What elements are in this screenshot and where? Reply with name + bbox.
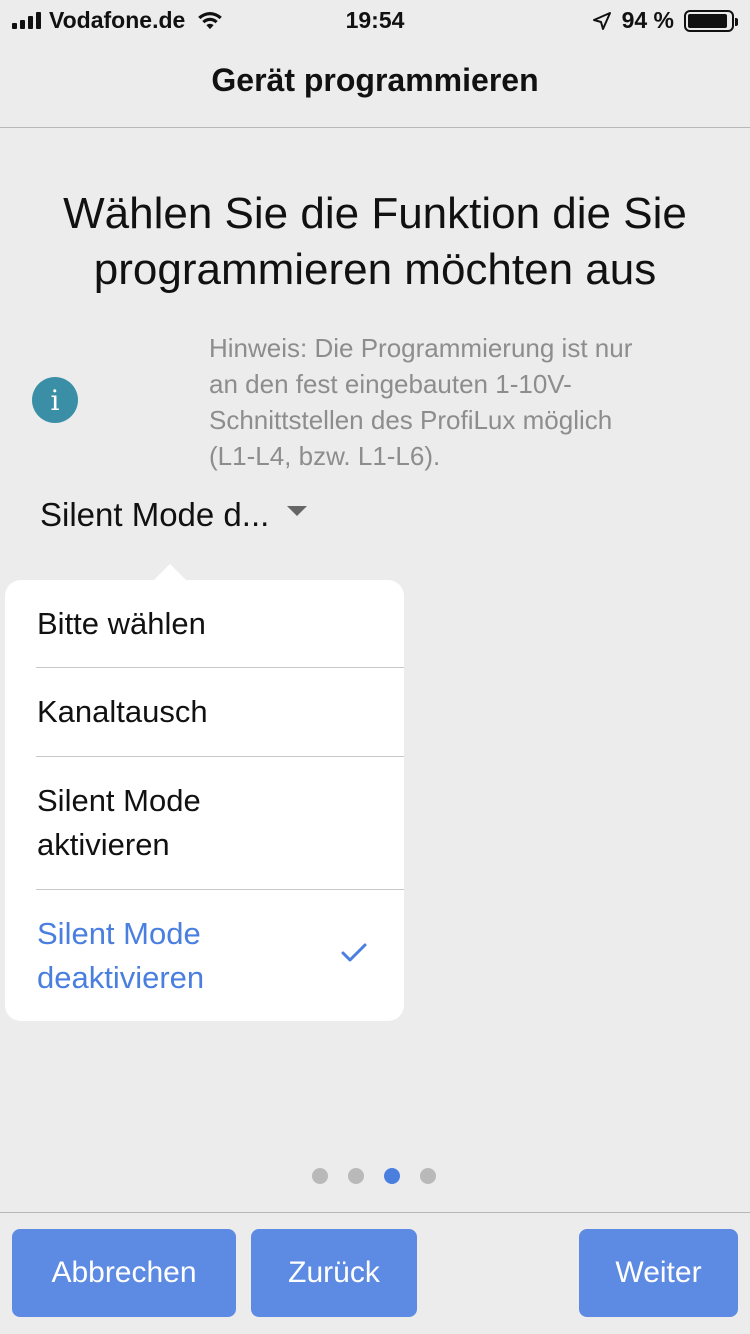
- bottom-toolbar: Abbrechen Zurück Weiter: [0, 1212, 750, 1334]
- page-title: Gerät programmieren: [211, 62, 539, 98]
- status-bar: Vodafone.de 19:54 94 %: [0, 0, 750, 40]
- option-silent-mode-deaktivieren[interactable]: Silent Mode deaktivieren: [37, 912, 297, 1000]
- option-kanaltausch[interactable]: Kanaltausch: [37, 690, 404, 734]
- navigation-bar: Gerät programmieren: [0, 40, 750, 128]
- option-silent-mode-aktivieren[interactable]: Silent Mode aktivieren: [37, 779, 297, 867]
- dropdown-selected-value: Silent Mode d...: [40, 496, 270, 533]
- divider: [36, 667, 404, 668]
- page-dot: [348, 1168, 364, 1184]
- next-button[interactable]: Weiter: [579, 1229, 738, 1317]
- page-dot-active: [384, 1168, 400, 1184]
- dropdown-options-popover: Bitte wählen Kanaltausch Silent Mode akt…: [5, 580, 404, 1021]
- function-dropdown[interactable]: Silent Mode d...: [40, 496, 308, 534]
- battery-icon: [684, 9, 738, 32]
- info-icon: i: [32, 377, 78, 423]
- location-arrow-icon: [592, 11, 611, 30]
- divider: [36, 889, 404, 890]
- hint-text: Hinweis: Die Programmierung ist nur an d…: [209, 333, 633, 471]
- caret-down-icon: [287, 506, 308, 516]
- page-indicator: [312, 1168, 436, 1184]
- battery-percentage: 94 %: [621, 7, 674, 33]
- instruction-heading: Wählen Sie die Funktion die Sie programm…: [63, 189, 687, 294]
- divider: [36, 756, 404, 757]
- page-dot: [312, 1168, 328, 1184]
- page-dot: [420, 1168, 436, 1184]
- back-button[interactable]: Zurück: [251, 1229, 417, 1317]
- checkmark-icon: [341, 943, 367, 962]
- cancel-button[interactable]: Abbrechen: [12, 1229, 236, 1317]
- option-bitte-waehlen[interactable]: Bitte wählen: [37, 602, 404, 646]
